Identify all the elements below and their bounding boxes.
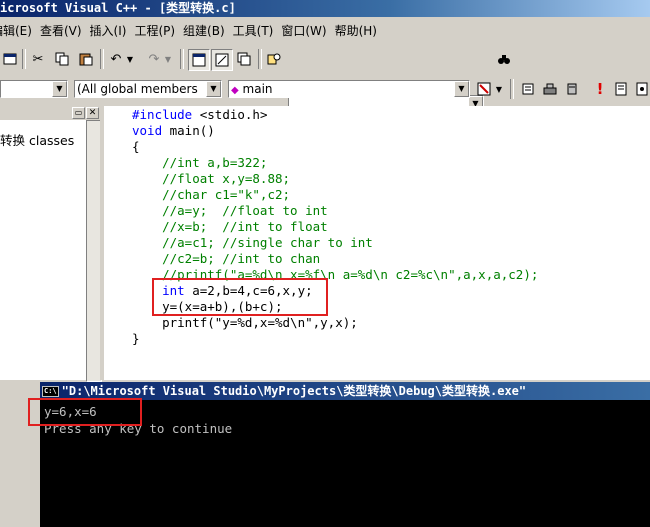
build-icon[interactable] [540,79,560,99]
redo-icon[interactable]: ↷ [144,49,164,69]
find-in-files-icon[interactable] [264,49,284,69]
class-combo-value: (All global members [77,82,198,96]
stop-build-icon[interactable] [562,79,582,99]
member-combo-arrow-icon[interactable]: ▼ [454,81,469,97]
console-title: "D:\Microsoft Visual Studio\MyProjects\类… [61,384,527,398]
code-line[interactable]: void main() [132,123,215,139]
class-tree-label: 转换 classes [0,133,75,148]
menu-build[interactable]: 组建(B) [183,22,225,39]
execute-icon[interactable]: ! [590,79,610,99]
menu-tools[interactable]: 工具(T) [233,22,274,39]
paste-icon[interactable] [76,49,96,69]
code-line[interactable]: //a=c1; //single char to int [132,235,373,251]
workspace-icon[interactable] [0,49,20,69]
window-title-bar: icrosoft Visual C++ - [类型转换.c] [0,0,650,17]
scope-combo[interactable]: ▼ [0,80,68,98]
class-combo[interactable]: (All global members ▼ [74,80,222,98]
workspace-pane[interactable]: 转换 classes [0,120,100,380]
code-line[interactable]: } [132,331,140,347]
breakpoint-icon[interactable] [632,79,650,99]
redo-dropdown-icon[interactable]: ▼ [162,49,174,69]
undo-dropdown-icon[interactable]: ▼ [124,49,136,69]
menu-view[interactable]: 查看(V) [40,22,82,39]
menu-insert[interactable]: 插入(I) [90,22,127,39]
member-diamond-icon: ◆ [231,85,239,96]
code-line[interactable]: { [132,139,140,155]
compile-icon[interactable] [518,79,538,99]
menu-edit[interactable]: 编辑(E) [0,22,32,39]
menu-bar: 编辑(E) 查看(V) 插入(I) 工程(P) 组建(B) 工具(T) 窗口(W… [0,17,650,43]
highlight-box-code [152,278,328,316]
wizard-bar-toolbar: ▼ (All global members ▼ ◆ main ▼ ▼ ! [0,78,650,102]
highlight-box-output [28,398,142,426]
go-icon[interactable] [612,79,632,99]
member-combo-value: main [242,82,273,96]
scope-combo-arrow-icon[interactable]: ▼ [52,81,67,97]
console-icon: C:\ [42,386,59,397]
code-line[interactable]: printf("y=%d,x=%d\n",y,x); [132,315,358,331]
menu-help[interactable]: 帮助(H) [335,22,377,39]
wizard-action-icon[interactable] [474,79,494,99]
menu-project[interactable]: 工程(P) [134,22,175,39]
code-line[interactable]: //int a,b=322; [132,155,267,171]
undo-icon[interactable]: ↶ [106,49,126,69]
menu-window[interactable]: 窗口(W) [281,22,326,39]
code-editor[interactable]: #include <stdio.h> void main(){ //int a,b… [104,106,650,380]
window-title: icrosoft Visual C++ - [类型转换.c] [0,1,236,15]
copy-icon[interactable] [52,49,72,69]
workspace-pane-header: ▭ ✕ [0,106,100,120]
binoculars-icon[interactable] [494,49,514,69]
member-combo[interactable]: ◆ main ▼ [228,80,470,98]
cut-icon[interactable]: ✂ [28,49,48,69]
code-line[interactable]: //float x,y=8.88; [132,171,290,187]
class-tree-root[interactable]: 转换 classes [0,130,74,149]
code-line[interactable]: #include <stdio.h> [132,107,267,123]
wizard-action-dropdown-icon[interactable]: ▼ [494,79,504,99]
output-window-icon[interactable] [211,49,233,71]
code-line[interactable]: //char c1="k",c2; [132,187,290,203]
pane-restore-icon[interactable]: ▭ [72,107,85,119]
code-line[interactable]: //x=b; //int to float [132,219,328,235]
pane-close-icon[interactable]: ✕ [86,107,99,119]
code-line[interactable]: //a=y; //float to int [132,203,328,219]
code-line[interactable]: //c2=b; //int to chan [132,251,320,267]
class-combo-arrow-icon[interactable]: ▼ [206,81,221,97]
windows-list-icon[interactable] [234,49,254,69]
workspace-window-icon[interactable] [188,49,210,71]
standard-toolbar: ✂ ↶ ▼ ↷ ▼ ▼ [0,45,650,113]
